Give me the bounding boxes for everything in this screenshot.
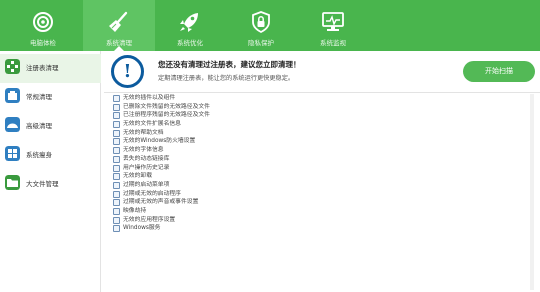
item-icon <box>113 129 120 137</box>
item-icon <box>113 181 120 189</box>
list-item-label: 过期或无效的声音或事件设置 <box>123 199 199 206</box>
item-icon <box>113 147 120 155</box>
sidebar-item-large-files[interactable]: 大文件管理 <box>0 170 101 199</box>
sidebar-item-label: 大文件管理 <box>26 180 59 188</box>
list-item-label: 过期或无效的启动程序 <box>123 190 181 197</box>
tool-label: 电脑体检 <box>30 39 56 47</box>
warning-icon: ! <box>111 55 144 88</box>
large-file-folder-icon <box>5 175 20 190</box>
list-item[interactable]: 过期或无效的声音或事件设置 <box>108 198 528 207</box>
item-icon <box>113 121 120 129</box>
sidebar: 注册表清理 常规清理 高级清理 系统瘦身 大文件管理 <box>0 51 101 292</box>
list-item[interactable]: 无效的插件以及组件 <box>108 94 528 103</box>
header-divider <box>104 92 540 93</box>
sidebar-item-label: 系统瘦身 <box>26 151 52 159</box>
list-item-label: 无效的插件以及组件 <box>123 95 176 101</box>
rocket-icon <box>180 13 198 32</box>
tool-monitor[interactable]: 系统监视 <box>304 0 362 51</box>
list-item-label: 丢失的动态链接库 <box>123 155 170 162</box>
broom-icon <box>109 11 128 32</box>
tool-label: 隐私保护 <box>248 39 274 47</box>
sidebar-item-advanced-clean[interactable]: 高级清理 <box>0 112 101 141</box>
sidebar-item-registry-clean[interactable]: 注册表清理 <box>0 54 101 83</box>
windows-slim-icon <box>5 146 20 161</box>
list-item[interactable]: 过期或无效的启动程序 <box>108 190 528 199</box>
list-item-label: 无效的卸载 <box>123 173 152 180</box>
tool-system-clean[interactable]: 系统清理 <box>83 0 155 51</box>
list-item-label: 已注册程序残留的无效路径及文件 <box>123 112 210 119</box>
tool-label: 系统监视 <box>320 39 346 47</box>
list-item[interactable]: 无效的应用程序设置 <box>108 216 528 225</box>
list-item-label: 无效的文件扩展名信息 <box>123 121 181 128</box>
item-icon <box>113 207 120 215</box>
registry-icon <box>5 59 20 74</box>
item-icon <box>113 225 120 233</box>
list-item[interactable]: 已删除文件残留的无效路径及文件 <box>108 103 528 112</box>
lock-shield-icon <box>252 11 270 33</box>
item-icon <box>113 190 120 198</box>
list-item-label: 过期的启动菜单项 <box>123 181 170 188</box>
list-item-label: 无效的帮助文档 <box>123 129 164 136</box>
item-icon <box>113 155 120 163</box>
sidebar-item-label: 注册表清理 <box>26 64 59 72</box>
monitor-icon <box>322 12 344 31</box>
tool-checkup[interactable]: 电脑体检 <box>14 0 72 51</box>
list-item[interactable]: Windows服务 <box>108 224 528 233</box>
item-icon <box>113 199 120 207</box>
header-title: 您还没有清理过注册表，建议您立即清理！ <box>158 60 301 69</box>
item-icon <box>113 138 120 146</box>
list-scrollbar[interactable] <box>530 94 534 290</box>
item-icon <box>113 103 120 111</box>
advanced-clean-icon <box>5 117 20 132</box>
tool-privacy[interactable]: 隐私保护 <box>232 0 290 51</box>
list-item[interactable]: 过期的启动菜单项 <box>108 181 528 190</box>
list-item[interactable]: 映像劫持 <box>108 207 528 216</box>
registry-header: ! 您还没有清理过注册表，建议您立即清理！ 定期清理注册表，能让您的系统运行更快… <box>104 51 540 92</box>
sidebar-item-label: 常规清理 <box>26 93 52 101</box>
list-item[interactable]: 无效的卸载 <box>108 172 528 181</box>
top-toolbar: 电脑体检 系统清理 系统优化 隐私保护 系统监视 <box>0 0 540 51</box>
sidebar-item-regular-clean[interactable]: 常规清理 <box>0 83 101 112</box>
registry-item-list: 无效的插件以及组件 已删除文件残留的无效路径及文件 已注册程序残留的无效路径及文… <box>108 94 528 233</box>
list-item-label: 用户操作历史记录 <box>123 164 170 171</box>
list-item-label: 无效的字体信息 <box>123 147 164 154</box>
regular-clean-icon <box>5 88 20 103</box>
sidebar-item-system-slim[interactable]: 系统瘦身 <box>0 141 101 170</box>
item-icon <box>113 164 120 172</box>
list-item-label: 已删除文件残留的无效路径及文件 <box>123 103 210 110</box>
list-item[interactable]: 无效的字体信息 <box>108 146 528 155</box>
start-scan-button[interactable]: 开始扫描 <box>463 61 535 82</box>
list-item[interactable]: 无效的Windows防火墙设置 <box>108 137 528 146</box>
item-icon <box>113 112 120 120</box>
list-item-label: 无效的应用程序设置 <box>123 216 176 223</box>
item-icon <box>113 95 120 102</box>
list-item-label: Windows服务 <box>123 225 161 232</box>
header-subtitle: 定期清理注册表，能让您的系统运行更快更稳定。 <box>158 75 295 82</box>
list-item[interactable]: 用户操作历史记录 <box>108 164 528 173</box>
tool-label: 系统优化 <box>177 39 203 47</box>
tool-system-optimize[interactable]: 系统优化 <box>161 0 219 51</box>
item-icon <box>113 216 120 224</box>
list-item-label: 映像劫持 <box>123 207 147 214</box>
item-icon <box>113 173 120 181</box>
list-item-label: 无效的Windows防火墙设置 <box>123 138 196 145</box>
checkup-target-icon <box>33 12 53 32</box>
list-item[interactable]: 丢失的动态链接库 <box>108 155 528 164</box>
list-item[interactable]: 无效的文件扩展名信息 <box>108 120 528 129</box>
list-item[interactable]: 已注册程序残留的无效路径及文件 <box>108 111 528 120</box>
list-item[interactable]: 无效的帮助文档 <box>108 129 528 138</box>
sidebar-item-label: 高级清理 <box>26 122 52 130</box>
